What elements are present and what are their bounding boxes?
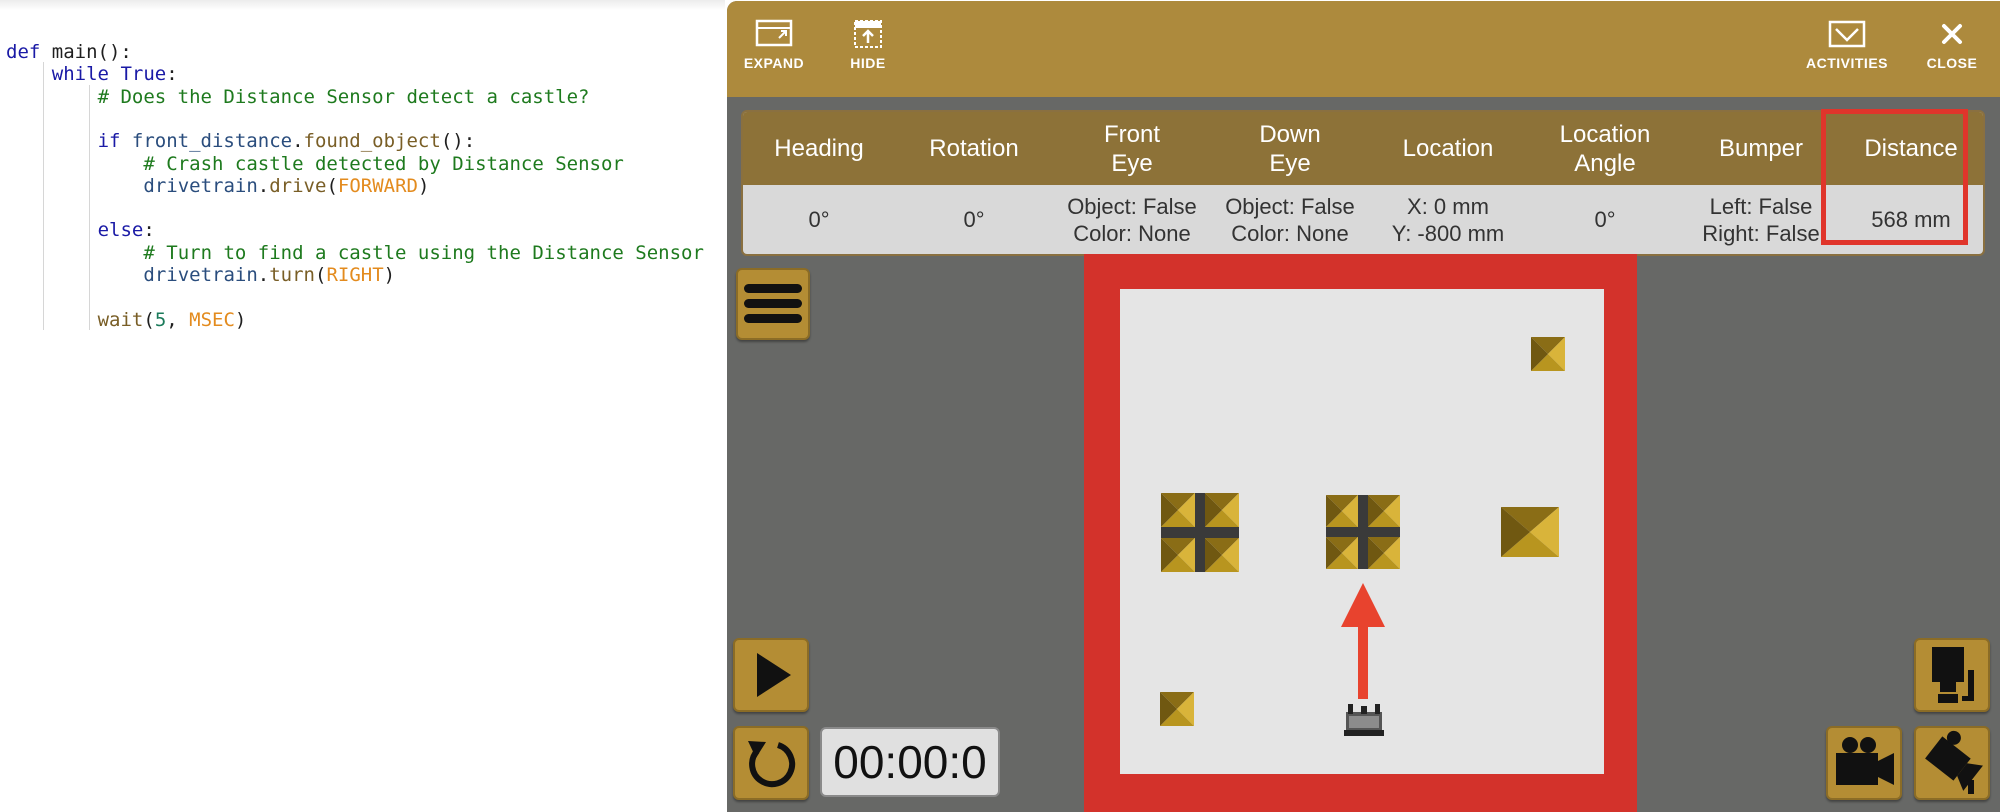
value-rotation: 0° bbox=[963, 207, 985, 232]
follow-camera-button[interactable] bbox=[1914, 726, 1990, 800]
code-token: ( bbox=[326, 174, 338, 197]
header-location: Location bbox=[1402, 135, 1494, 162]
code-token: ) bbox=[234, 308, 247, 331]
side-camera-button[interactable] bbox=[1826, 726, 1902, 800]
reset-icon bbox=[748, 741, 796, 788]
top-camera-button[interactable] bbox=[1914, 638, 1990, 712]
close-label: CLOSE bbox=[1926, 55, 1978, 71]
hide-button[interactable]: HIDE bbox=[823, 15, 913, 85]
code-token: . bbox=[257, 264, 270, 286]
code-token: else bbox=[97, 219, 144, 242]
code-line[interactable]: drivetrain.drive(FORWARD) bbox=[143, 172, 429, 200]
editor-top-shade bbox=[0, 0, 725, 10]
vr-simulator-panel: EXPAND HIDE ACTIVITIES CLOSE Heading Rot… bbox=[727, 1, 2000, 812]
close-icon bbox=[1942, 24, 1962, 44]
small-castle-top-right bbox=[1531, 337, 1565, 371]
header-bumper: Bumper bbox=[1718, 135, 1804, 162]
hide-icon bbox=[854, 20, 882, 48]
code-token: wait bbox=[97, 308, 144, 331]
code-token: drivetrain bbox=[143, 174, 258, 197]
hide-label: HIDE bbox=[850, 55, 886, 71]
code-token: drivetrain bbox=[143, 264, 258, 286]
indent-guide bbox=[88, 84, 90, 330]
header-heading: Heading bbox=[774, 135, 864, 162]
large-castle-center bbox=[1326, 495, 1400, 569]
code-token: ) bbox=[417, 174, 430, 197]
code-token: turn bbox=[269, 264, 315, 286]
run-timer: 00:00:0 bbox=[820, 727, 1000, 797]
code-token: . bbox=[257, 174, 270, 197]
code-token: drive bbox=[269, 174, 327, 197]
activities-label: ACTIVITIES bbox=[1805, 55, 1888, 71]
value-down-eye: Object: False Color: None bbox=[1225, 193, 1355, 246]
code-token: ( bbox=[143, 308, 155, 331]
header-down-eye: Down Eye bbox=[1259, 120, 1321, 177]
code-line[interactable]: drivetrain.turn(RIGHT) bbox=[143, 261, 395, 289]
robot-direction-arrow bbox=[1341, 583, 1385, 699]
code-token: ) bbox=[383, 264, 396, 286]
activities-button[interactable]: ACTIVITIES bbox=[1797, 15, 1897, 85]
code-token: RIGHT bbox=[326, 264, 384, 286]
code-token: FORWARD bbox=[337, 174, 418, 197]
top-camera-icon bbox=[1932, 647, 1974, 703]
expand-icon bbox=[755, 19, 793, 47]
code-token: MSEC bbox=[189, 308, 235, 331]
code-token: ( bbox=[315, 264, 327, 286]
code-token: if bbox=[97, 130, 132, 153]
side-camera-icon bbox=[1836, 737, 1894, 785]
follow-camera-icon bbox=[1925, 730, 1983, 794]
value-bumper: Left: False Right: False bbox=[1702, 193, 1820, 246]
large-castle-left bbox=[1161, 493, 1239, 572]
indent-guide bbox=[42, 62, 44, 330]
distance-highlight-box bbox=[1821, 109, 1968, 245]
expand-label: EXPAND bbox=[743, 55, 805, 71]
code-line[interactable]: # Does the Distance Sensor detect a cast… bbox=[98, 83, 590, 111]
simulator-toolbar: EXPAND HIDE ACTIVITIES CLOSE bbox=[727, 1, 2000, 97]
sensor-dashboard: Heading Rotation Front Eye Down Eye Loca… bbox=[741, 110, 1985, 256]
code-token: def bbox=[6, 41, 52, 63]
hamburger-icon bbox=[744, 284, 802, 323]
medium-castle-right bbox=[1501, 507, 1559, 557]
code-token: 5 bbox=[154, 308, 167, 331]
code-line[interactable]: wait(5, MSEC) bbox=[98, 306, 247, 334]
value-front-eye: Object: False Color: None bbox=[1067, 193, 1197, 246]
menu-button[interactable] bbox=[736, 268, 810, 340]
code-editor[interactable]: def main(): while True: # Does the Distanc… bbox=[0, 0, 725, 812]
value-heading: 0° bbox=[808, 207, 830, 232]
sensor-header-row: Heading Rotation Front Eye Down Eye Loca… bbox=[743, 112, 1983, 185]
play-icon bbox=[757, 653, 791, 697]
code-token: # Does the Distance Sensor detect a cast… bbox=[97, 85, 590, 108]
header-front-eye: Front Eye bbox=[1103, 120, 1160, 177]
small-castle-bottom-left bbox=[1160, 692, 1194, 726]
code-token: , bbox=[166, 308, 190, 331]
reset-button[interactable] bbox=[733, 726, 809, 800]
value-location-angle: 0° bbox=[1594, 207, 1616, 232]
play-button[interactable] bbox=[733, 638, 809, 712]
header-rotation: Rotation bbox=[929, 135, 1019, 162]
header-location-angle: Location Angle bbox=[1559, 120, 1651, 177]
expand-button[interactable]: EXPAND bbox=[729, 15, 819, 85]
value-location: X: 0 mm Y: -800 mm bbox=[1391, 193, 1505, 246]
close-button[interactable]: CLOSE bbox=[1907, 15, 1997, 85]
activities-icon bbox=[1828, 20, 1866, 48]
vr-robot bbox=[1344, 704, 1384, 736]
